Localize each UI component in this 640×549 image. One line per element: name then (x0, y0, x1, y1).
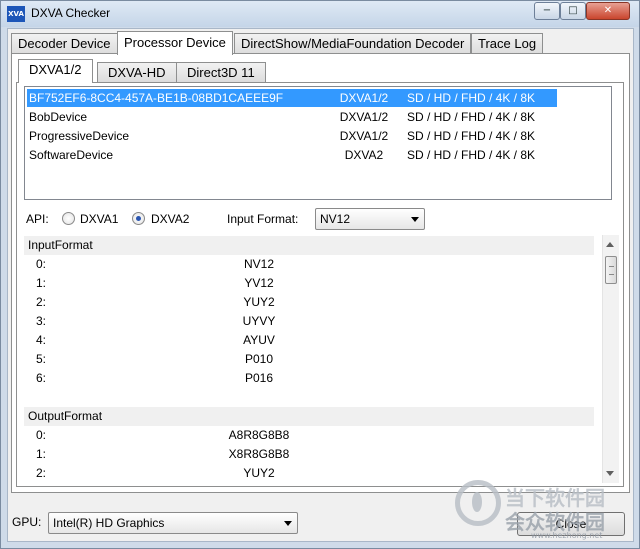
device-name: BobDevice (29, 110, 88, 124)
list-item: 6: P016 (24, 369, 594, 388)
api-selector-row: API: DXVA1 DXVA2 Input Format: NV12 (17, 207, 617, 231)
radio-dxva2-label[interactable]: DXVA2 (151, 212, 189, 226)
format-index: 1: (36, 276, 47, 290)
list-item: 1: YV12 (24, 274, 594, 293)
radio-dxva2[interactable] (132, 212, 145, 225)
bottom-bar: GPU: Intel(R) HD Graphics Close (8, 499, 635, 539)
format-value: AYUV (243, 333, 275, 347)
title-bar[interactable]: XVA DXVA Checker − □ ✕ (1, 1, 639, 27)
list-item: 5: P010 (24, 350, 594, 369)
device-name: ProgressiveDevice (29, 129, 130, 143)
format-index: 3: (36, 314, 47, 328)
radio-dxva1[interactable] (62, 212, 75, 225)
input-format-header: InputFormat (24, 236, 594, 255)
device-row[interactable]: BF752EF6-8CC4-457A-BE1B-08BD1CAEEE9F DXV… (27, 89, 557, 107)
format-value: P016 (244, 371, 274, 385)
format-index: 4: (36, 333, 47, 347)
format-value: UYVY (242, 314, 276, 328)
list-item: 0: A8R8G8B8 (24, 426, 594, 445)
tab-decoder-device[interactable]: Decoder Device (11, 33, 118, 54)
gpu-value: Intel(R) HD Graphics (53, 516, 165, 530)
input-format-label: Input Format: (227, 212, 299, 226)
input-format-value: NV12 (320, 212, 351, 226)
window-title: DXVA Checker (31, 6, 111, 20)
format-value: YV12 (244, 276, 274, 290)
chevron-down-icon (411, 217, 419, 222)
device-api: DXVA1/2 (339, 91, 389, 105)
tab-trace-log[interactable]: Trace Log (471, 33, 544, 54)
maximize-button[interactable]: □ (560, 2, 586, 20)
format-index: 0: (36, 428, 47, 442)
dxva12-panel: BF752EF6-8CC4-457A-BE1B-08BD1CAEEE9F DXV… (16, 82, 624, 487)
close-button[interactable]: Close (517, 512, 625, 536)
format-index: 2: (36, 466, 47, 480)
device-list[interactable]: BF752EF6-8CC4-457A-BE1B-08BD1CAEEE9F DXV… (24, 86, 612, 200)
client-area: Decoder Device Processor Device DirectSh… (7, 28, 634, 542)
device-resolutions: SD / HD / FHD / 4K / 8K (407, 110, 536, 124)
tab-directshow-mf-decoder[interactable]: DirectShow/MediaFoundation Decoder (234, 33, 472, 54)
chevron-down-icon (284, 521, 292, 526)
minimize-button[interactable]: − (534, 2, 560, 20)
tab-direct3d-11[interactable]: Direct3D 11 (176, 62, 266, 82)
radio-dxva1-label[interactable]: DXVA1 (80, 212, 118, 226)
tab-dxva12[interactable]: DXVA1/2 (18, 59, 93, 83)
scroll-down-icon[interactable] (606, 471, 614, 476)
vertical-scrollbar[interactable] (602, 235, 619, 483)
list-item: 1: X8R8G8B8 (24, 445, 594, 464)
device-resolutions: SD / HD / FHD / 4K / 8K (407, 91, 536, 105)
device-name: BF752EF6-8CC4-457A-BE1B-08BD1CAEEE9F (29, 91, 284, 105)
tab-processor-device[interactable]: Processor Device (117, 31, 233, 55)
device-row[interactable]: BobDevice DXVA1/2 SD / HD / FHD / 4K / 8… (27, 108, 557, 126)
device-resolutions: SD / HD / FHD / 4K / 8K (407, 148, 536, 162)
format-value: X8R8G8B8 (228, 447, 290, 461)
api-label: API: (26, 212, 49, 226)
close-icon: ✕ (603, 5, 613, 16)
scroll-up-icon[interactable] (606, 242, 614, 247)
list-item: 3: UYVY (24, 312, 594, 331)
app-icon: XVA (7, 6, 25, 22)
device-row[interactable]: SoftwareDevice DXVA2 SD / HD / FHD / 4K … (27, 146, 557, 164)
input-format-select[interactable]: NV12 (315, 208, 425, 230)
device-name: SoftwareDevice (29, 148, 114, 162)
device-api: DXVA1/2 (339, 110, 389, 124)
gpu-label: GPU: (12, 515, 42, 529)
format-properties-list[interactable]: InputFormat 0: NV12 1: YV12 2: YUY2 3: U… (24, 235, 619, 483)
list-item: 0: NV12 (24, 255, 594, 274)
device-row[interactable]: ProgressiveDevice DXVA1/2 SD / HD / FHD … (27, 127, 557, 145)
scrollbar-thumb[interactable] (605, 256, 617, 284)
list-item: 2: YUY2 (24, 464, 594, 483)
list-item: 4: AYUV (24, 331, 594, 350)
processor-device-panel: DXVA1/2 DXVA-HD Direct3D 11 BF752EF6-8CC… (11, 53, 630, 493)
format-index: 0: (36, 257, 47, 271)
list-item: 2: YUY2 (24, 293, 594, 312)
maximize-icon: □ (568, 5, 578, 16)
device-api: DXVA1/2 (339, 129, 389, 143)
format-value: NV12 (243, 257, 275, 271)
format-value: YUY2 (243, 295, 275, 309)
tab-dxva-hd[interactable]: DXVA-HD (97, 62, 177, 82)
format-index: 6: (36, 371, 47, 385)
format-value: P010 (244, 352, 274, 366)
format-index: 1: (36, 447, 47, 461)
format-value: YUY2 (243, 466, 275, 480)
device-resolutions: SD / HD / FHD / 4K / 8K (407, 129, 536, 143)
format-index: 2: (36, 295, 47, 309)
gpu-select[interactable]: Intel(R) HD Graphics (48, 512, 298, 534)
output-format-header: OutputFormat (24, 407, 594, 426)
minimize-icon: − (542, 5, 552, 16)
format-index: 5: (36, 352, 47, 366)
device-api: DXVA2 (344, 148, 384, 162)
app-window: XVA DXVA Checker − □ ✕ Decoder Device Pr… (0, 0, 640, 549)
format-value: A8R8G8B8 (228, 428, 290, 442)
close-window-button[interactable]: ✕ (586, 2, 630, 20)
